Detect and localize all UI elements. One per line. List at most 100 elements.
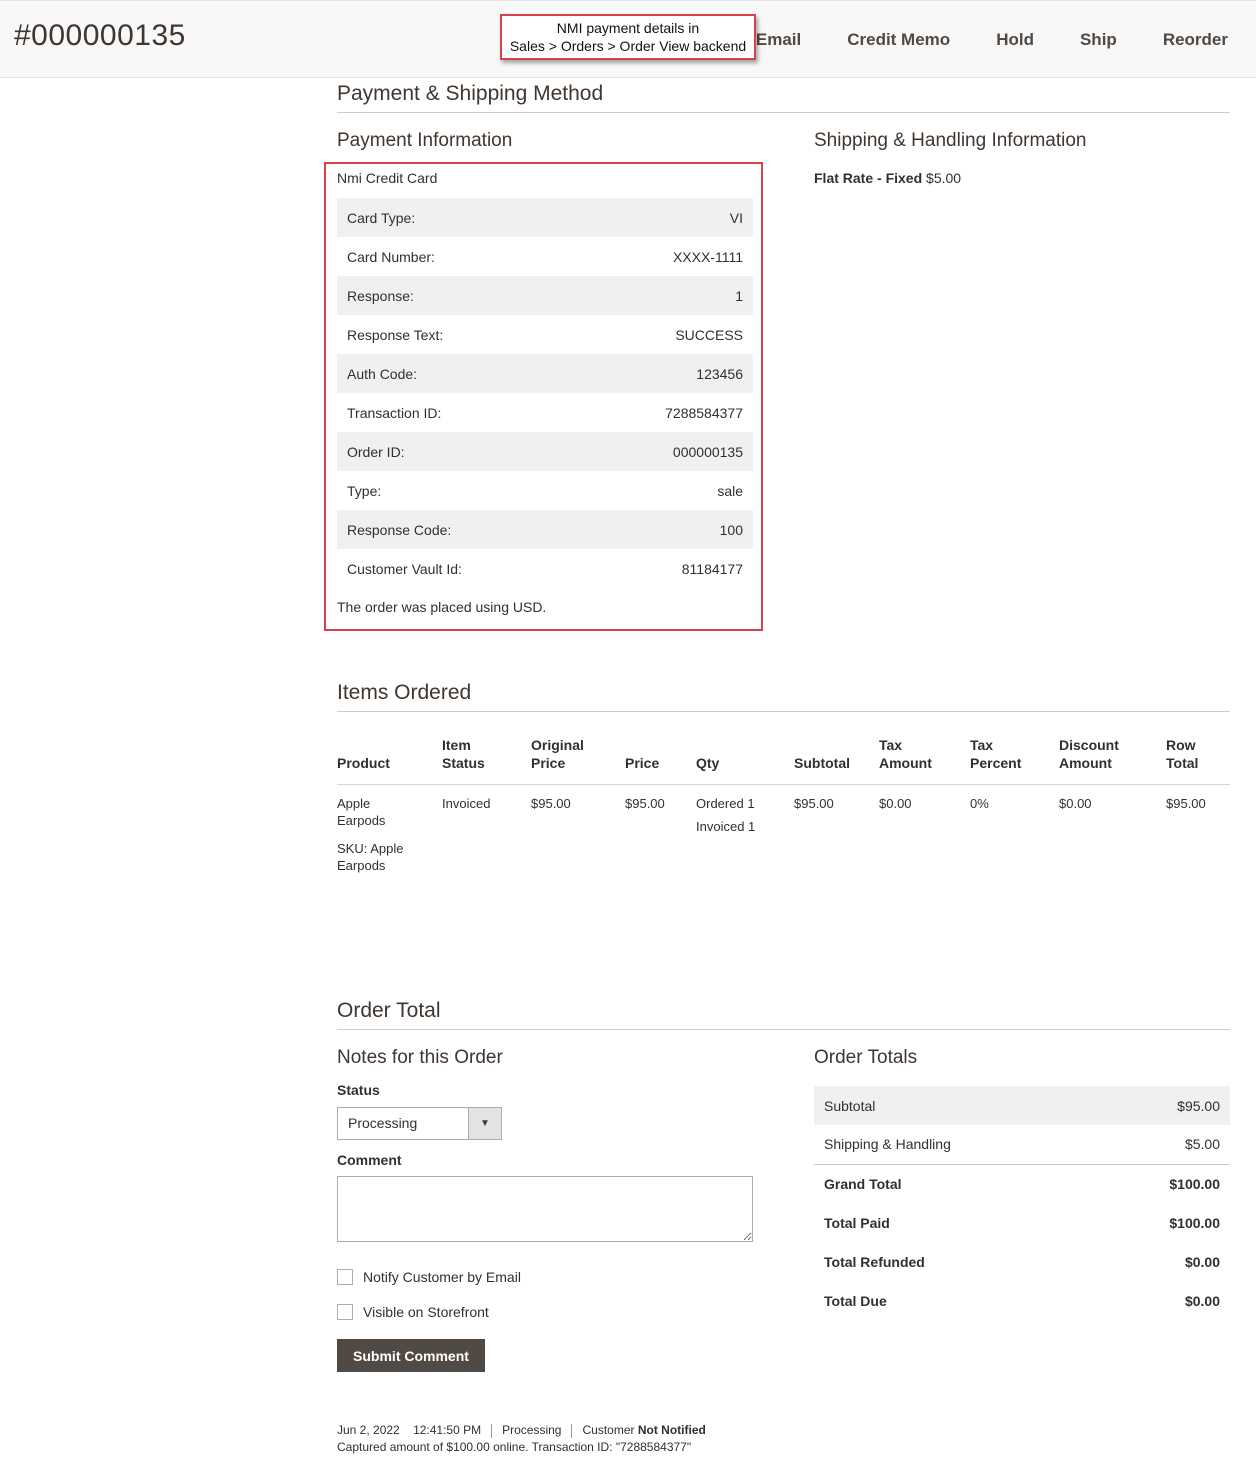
reorder-button[interactable]: Reorder bbox=[1140, 1, 1256, 79]
card-number-label: Card Number: bbox=[347, 248, 435, 265]
subtotal-cell: $95.00 bbox=[794, 796, 834, 811]
total-paid-label: Total Paid bbox=[824, 1214, 890, 1231]
table-row: Total Paid $100.00 bbox=[814, 1203, 1230, 1242]
history-meta: Jun 2, 2022 12:41:50 PM Processing Custome… bbox=[337, 1422, 706, 1439]
total-refunded-label: Total Refunded bbox=[824, 1253, 925, 1270]
table-header-row: Product Item Status Original Price Price Q… bbox=[337, 736, 1230, 785]
visible-storefront-row[interactable]: Visible on Storefront bbox=[337, 1304, 489, 1320]
row-total-cell: $95.00 bbox=[1166, 796, 1206, 811]
order-id-value: 000000135 bbox=[578, 432, 753, 471]
response-text-value: SUCCESS bbox=[675, 326, 743, 343]
discount-amount-cell: $0.00 bbox=[1059, 796, 1092, 811]
status-select[interactable]: Processing ▼ bbox=[337, 1107, 502, 1140]
order-totals-table: Subtotal $95.00 Shipping & Handling $5.00 … bbox=[814, 1086, 1230, 1320]
submit-comment-button[interactable]: Submit Comment bbox=[337, 1339, 485, 1372]
history-time: 12:41:50 PM bbox=[413, 1423, 482, 1437]
col-discount-amount: Discount Amount bbox=[1059, 736, 1166, 785]
grand-total-value: $100.00 bbox=[1094, 1163, 1230, 1203]
callout-line-2: Sales > Orders > Order View backend bbox=[509, 38, 747, 54]
customer-vault-id-value: 81184177 bbox=[681, 560, 743, 577]
shipping-handling-value: $5.00 bbox=[1184, 1136, 1220, 1153]
currency-note: The order was placed using USD. bbox=[337, 599, 547, 615]
col-row-total: Row Total bbox=[1166, 736, 1230, 785]
credit-memo-button[interactable]: Credit Memo bbox=[824, 1, 973, 79]
payment-method-name: Nmi Credit Card bbox=[337, 170, 438, 186]
items-ordered-table: Product Item Status Original Price Price Q… bbox=[337, 736, 1230, 874]
table-row: Card Type: VI bbox=[337, 198, 753, 237]
page-title: #000000135 bbox=[14, 19, 186, 52]
table-row: Total Refunded $0.00 bbox=[814, 1242, 1230, 1281]
order-total-section-title: Order Total bbox=[337, 999, 1230, 1030]
notes-title: Notes for this Order bbox=[337, 1047, 503, 1068]
table-row: Apple Earpods SKU: Apple Earpods Invoiced … bbox=[337, 785, 1230, 875]
hold-button[interactable]: Hold bbox=[973, 1, 1057, 79]
payment-information-title: Payment Information bbox=[337, 130, 513, 151]
table-row: Response: 1 bbox=[337, 276, 753, 315]
total-paid-value: $100.00 bbox=[1169, 1214, 1220, 1231]
transaction-id-label: Transaction ID: bbox=[347, 404, 442, 421]
history-message: Captured amount of $100.00 online. Trans… bbox=[337, 1440, 692, 1454]
notify-customer-label: Notify Customer by Email bbox=[363, 1269, 521, 1285]
product-cell: Apple Earpods SKU: Apple Earpods bbox=[337, 785, 442, 875]
customer-vault-id-label: Customer Vault Id: bbox=[347, 560, 462, 577]
visible-storefront-checkbox[interactable] bbox=[337, 1304, 353, 1320]
response-value: 1 bbox=[578, 276, 753, 315]
shipping-method-info: Flat Rate - Fixed $5.00 bbox=[814, 170, 961, 186]
shipping-handling-label: Shipping & Handling bbox=[824, 1136, 951, 1153]
history-status: Processing bbox=[502, 1423, 562, 1437]
total-due-value: $0.00 bbox=[1184, 1292, 1220, 1309]
auth-code-label: Auth Code: bbox=[337, 354, 579, 393]
comment-label: Comment bbox=[337, 1152, 402, 1168]
shipping-method-name: Flat Rate - Fixed bbox=[814, 170, 923, 186]
table-row: Subtotal $95.00 bbox=[814, 1086, 1230, 1125]
history-date: Jun 2, 2022 bbox=[337, 1423, 400, 1437]
card-type-label: Card Type: bbox=[337, 198, 579, 237]
col-tax-amount: Tax Amount bbox=[879, 736, 970, 785]
order-totals-title: Order Totals bbox=[814, 1047, 918, 1068]
ship-button[interactable]: Ship bbox=[1057, 1, 1140, 79]
shipping-information-title: Shipping & Handling Information bbox=[814, 130, 1087, 151]
table-row: Transaction ID: 7288584377 bbox=[337, 393, 753, 432]
qty-cell: Ordered 1 Invoiced 1 bbox=[696, 785, 794, 875]
col-original-price: Original Price bbox=[531, 736, 625, 785]
total-refunded-value: $0.00 bbox=[1184, 1253, 1220, 1270]
history-customer-prefix: Customer bbox=[582, 1423, 635, 1437]
table-row: Order ID: 000000135 bbox=[337, 432, 753, 471]
table-row: Shipping & Handling $5.00 bbox=[814, 1125, 1230, 1164]
type-label: Type: bbox=[347, 482, 382, 499]
response-code-label: Response Code: bbox=[337, 510, 579, 549]
chevron-down-icon[interactable]: ▼ bbox=[468, 1108, 501, 1139]
qty-invoiced: Invoiced 1 bbox=[696, 819, 756, 834]
col-item-status: Item Status bbox=[442, 736, 531, 785]
table-row: Total Due $0.00 bbox=[814, 1281, 1230, 1320]
card-type-value: VI bbox=[578, 198, 753, 237]
subtotal-value: $95.00 bbox=[1094, 1086, 1230, 1125]
visible-storefront-label: Visible on Storefront bbox=[363, 1304, 489, 1320]
annotation-callout: NMI payment details in Sales > Orders > … bbox=[500, 14, 756, 60]
table-row: Type: sale bbox=[337, 471, 753, 510]
page-actions: Email Credit Memo Hold Ship Reorder bbox=[733, 1, 1256, 79]
product-sku: SKU: Apple Earpods bbox=[337, 841, 404, 873]
tax-percent-cell: 0% bbox=[970, 796, 989, 811]
payment-details-table: Card Type: VI Card Number: XXXX-1111 Respo… bbox=[337, 198, 753, 588]
table-row: Grand Total $100.00 bbox=[814, 1163, 1230, 1203]
payment-shipping-section-title: Payment & Shipping Method bbox=[337, 82, 1230, 113]
table-row: Auth Code: 123456 bbox=[337, 354, 753, 393]
notify-customer-checkbox[interactable] bbox=[337, 1269, 353, 1285]
card-number-value: XXXX-1111 bbox=[672, 248, 743, 265]
type-value: sale bbox=[717, 482, 743, 499]
product-name: Apple Earpods bbox=[337, 796, 386, 828]
status-select-value: Processing bbox=[348, 1115, 418, 1131]
notify-customer-row[interactable]: Notify Customer by Email bbox=[337, 1269, 521, 1285]
order-id-label: Order ID: bbox=[337, 432, 579, 471]
order-history-entry: Jun 2, 2022 12:41:50 PM Processing Custome… bbox=[337, 1422, 706, 1456]
item-status-cell: Invoiced bbox=[442, 796, 491, 811]
transaction-id-value: 7288584377 bbox=[665, 404, 743, 421]
original-price-cell: $95.00 bbox=[531, 796, 571, 811]
status-label: Status bbox=[337, 1082, 380, 1098]
comment-textarea[interactable] bbox=[337, 1176, 753, 1242]
auth-code-value: 123456 bbox=[578, 354, 753, 393]
table-row: Response Text: SUCCESS bbox=[337, 315, 753, 354]
history-customer-state: Not Notified bbox=[637, 1423, 706, 1437]
shipping-method-price: $5.00 bbox=[926, 170, 962, 186]
